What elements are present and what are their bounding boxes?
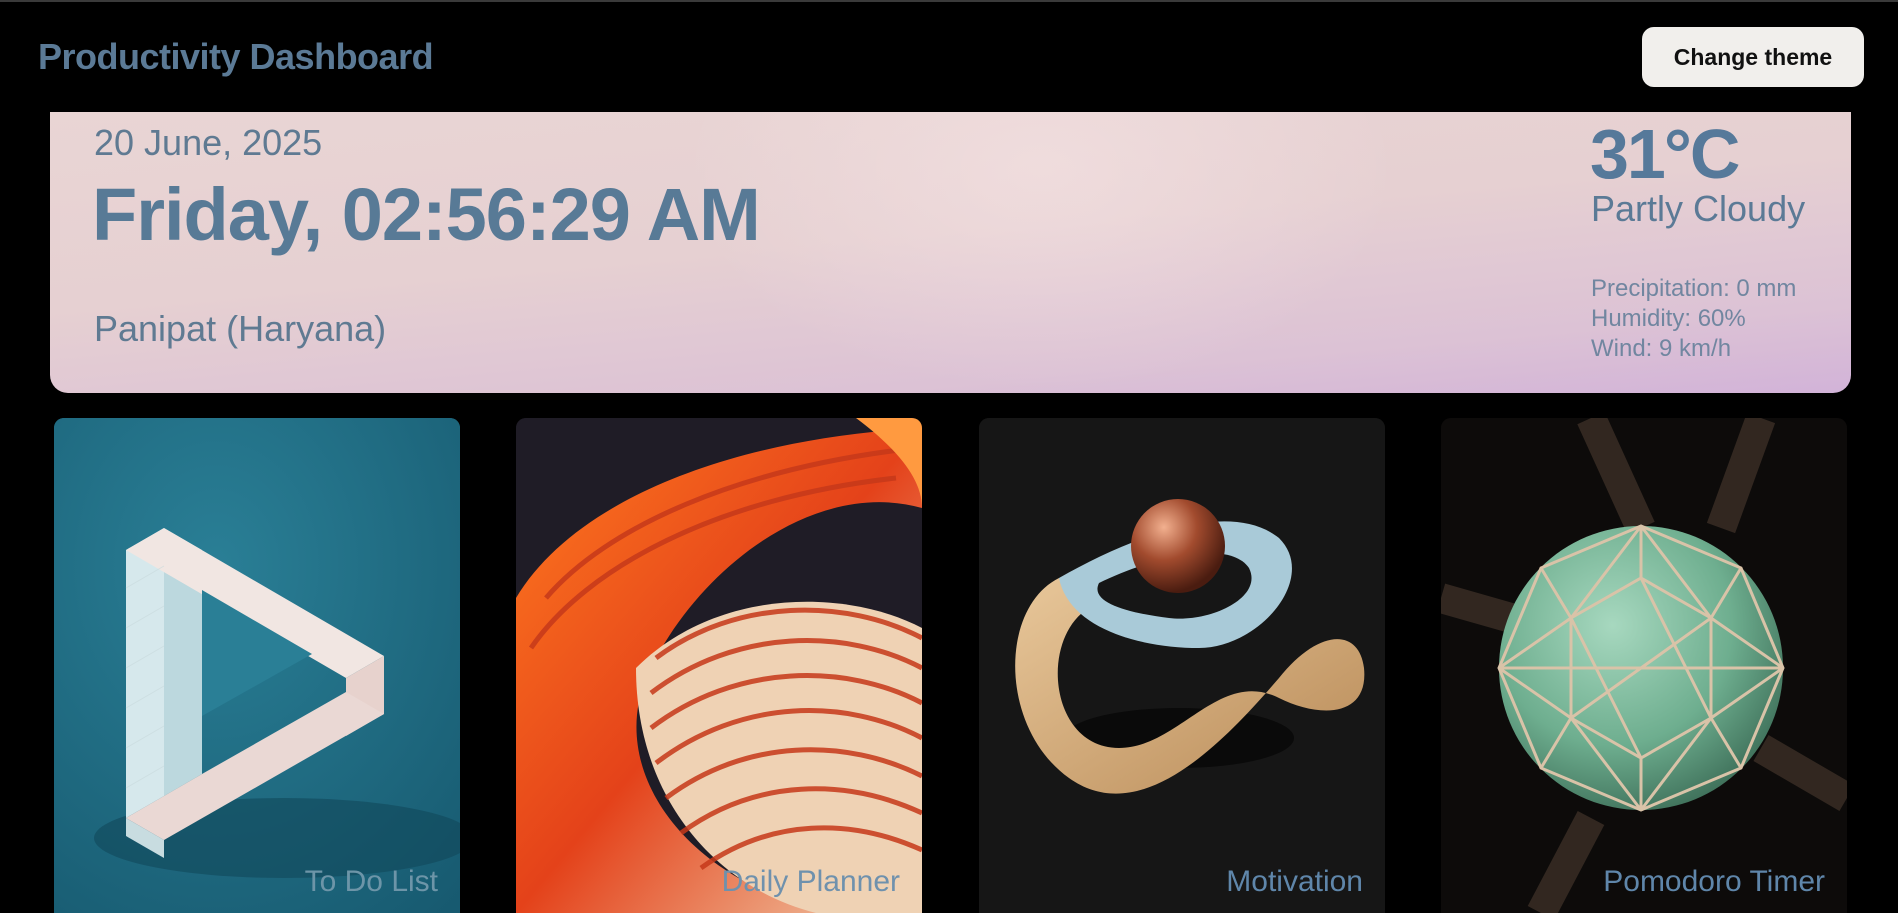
weather-wind: Wind: 9 km/h [1591, 335, 1732, 362]
window-top-border [0, 0, 1898, 2]
todo-list-card[interactable]: To Do List [54, 418, 460, 913]
card-label-pomodoro: Pomodoro Timer [1603, 865, 1825, 898]
card-label-todo: To Do List [304, 865, 438, 898]
weather-temperature: 31°C [1590, 115, 1740, 193]
weather-precipitation: Precipitation: 0 mm [1591, 275, 1797, 302]
card-label-motivation: Motivation [1226, 865, 1363, 898]
current-date: 20 June, 2025 [94, 122, 323, 163]
motivation-card[interactable]: Motivation [979, 418, 1385, 913]
datetime-weather-panel: 20 June, 2025 Friday, 02:56:29 AM Panipa… [50, 112, 1851, 393]
weather-condition: Partly Cloudy [1591, 188, 1806, 229]
current-day-time: Friday, 02:56:29 AM [92, 173, 761, 256]
weather-stats: Precipitation: 0 mm Humidity: 60% Wind: … [1591, 274, 1796, 364]
orange-spiral-image [516, 418, 922, 913]
geodesic-sphere-image [1441, 418, 1847, 913]
card-label-planner: Daily Planner [721, 865, 900, 898]
daily-planner-card[interactable]: Daily Planner [516, 418, 922, 913]
twisted-ring-sphere-image [979, 418, 1385, 913]
impossible-triangle-image [54, 418, 460, 913]
weather-humidity: Humidity: 60% [1591, 305, 1746, 332]
app-title: Productivity Dashboard [38, 36, 434, 77]
pomodoro-timer-card[interactable]: Pomodoro Timer [1441, 418, 1847, 913]
change-theme-button[interactable]: Change theme [1642, 27, 1864, 87]
current-location: Panipat (Haryana) [94, 308, 387, 349]
